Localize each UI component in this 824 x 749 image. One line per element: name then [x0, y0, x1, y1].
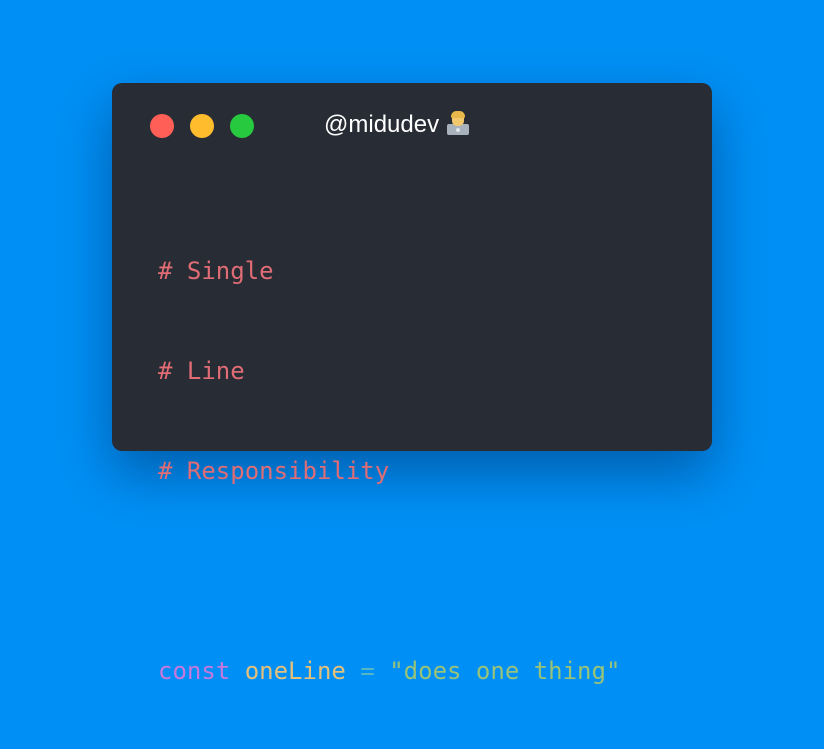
code-comment-line: # Line: [158, 357, 245, 385]
code-keyword: const: [158, 657, 231, 685]
window-title: @midudev: [324, 110, 470, 140]
window-title-text: @midudev: [324, 111, 440, 138]
technologist-emoji-icon: [447, 111, 470, 135]
maximize-window-button[interactable]: [230, 114, 254, 138]
code-operator: =: [360, 657, 375, 685]
code-string: "does one thing": [389, 657, 621, 685]
code-comment-line: # Responsibility: [158, 457, 390, 485]
code-window: @midudev # Single # Line # Responsibilit…: [112, 83, 712, 685]
code-block: # Single # Line # Responsibility const o…: [158, 193, 620, 749]
code-statement-line: const oneLine = "does one thing": [158, 649, 620, 693]
code-identifier: oneLine: [244, 657, 346, 685]
minimize-window-button[interactable]: [190, 114, 214, 138]
close-window-button[interactable]: [150, 114, 174, 138]
code-comment-line: # Single: [158, 257, 274, 285]
